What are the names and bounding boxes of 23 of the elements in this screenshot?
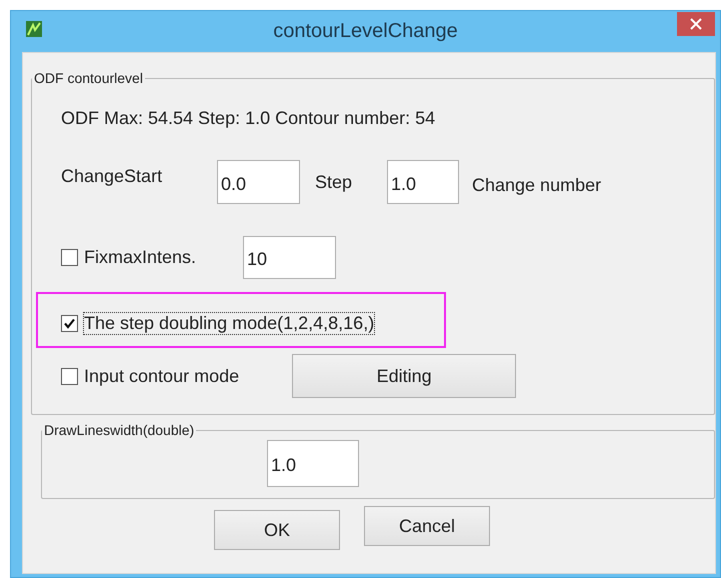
group-title: ODF contourlevel	[33, 70, 144, 86]
close-button[interactable]	[677, 12, 715, 36]
change-number-label: Change number	[472, 175, 602, 196]
input-field[interactable]: 10	[243, 236, 336, 279]
checkbox-label: Input contour mode	[84, 366, 240, 386]
checkbox[interactable]	[61, 315, 78, 332]
app-icon	[26, 21, 42, 37]
change-start-label: ChangeStart	[61, 166, 164, 187]
checkbox[interactable]	[61, 368, 78, 384]
step-label: Step	[315, 172, 354, 193]
odf-info-text: ODF Max: 54.54 Step: 1.0 Contour number: 54	[61, 108, 436, 130]
ok-button[interactable]: OK	[214, 510, 340, 550]
checkbox-label: The step doubling mode(1,2,4,8,16,)	[84, 313, 374, 334]
change-start-field[interactable]: 0.0	[217, 160, 300, 204]
editing-button[interactable]: Editing	[292, 354, 516, 398]
close-icon	[690, 18, 702, 30]
checkbox[interactable]	[61, 249, 78, 266]
checkbox-label: FixmaxIntens.	[84, 247, 196, 268]
window-title: contourLevelChange	[272, 20, 459, 43]
line-width-field[interactable]: 1.0	[267, 440, 359, 487]
group-title: DrawLineswidth(double)	[43, 422, 196, 438]
cancel-button[interactable]: Cancel	[364, 506, 490, 546]
step-field[interactable]: 1.0	[387, 160, 459, 204]
